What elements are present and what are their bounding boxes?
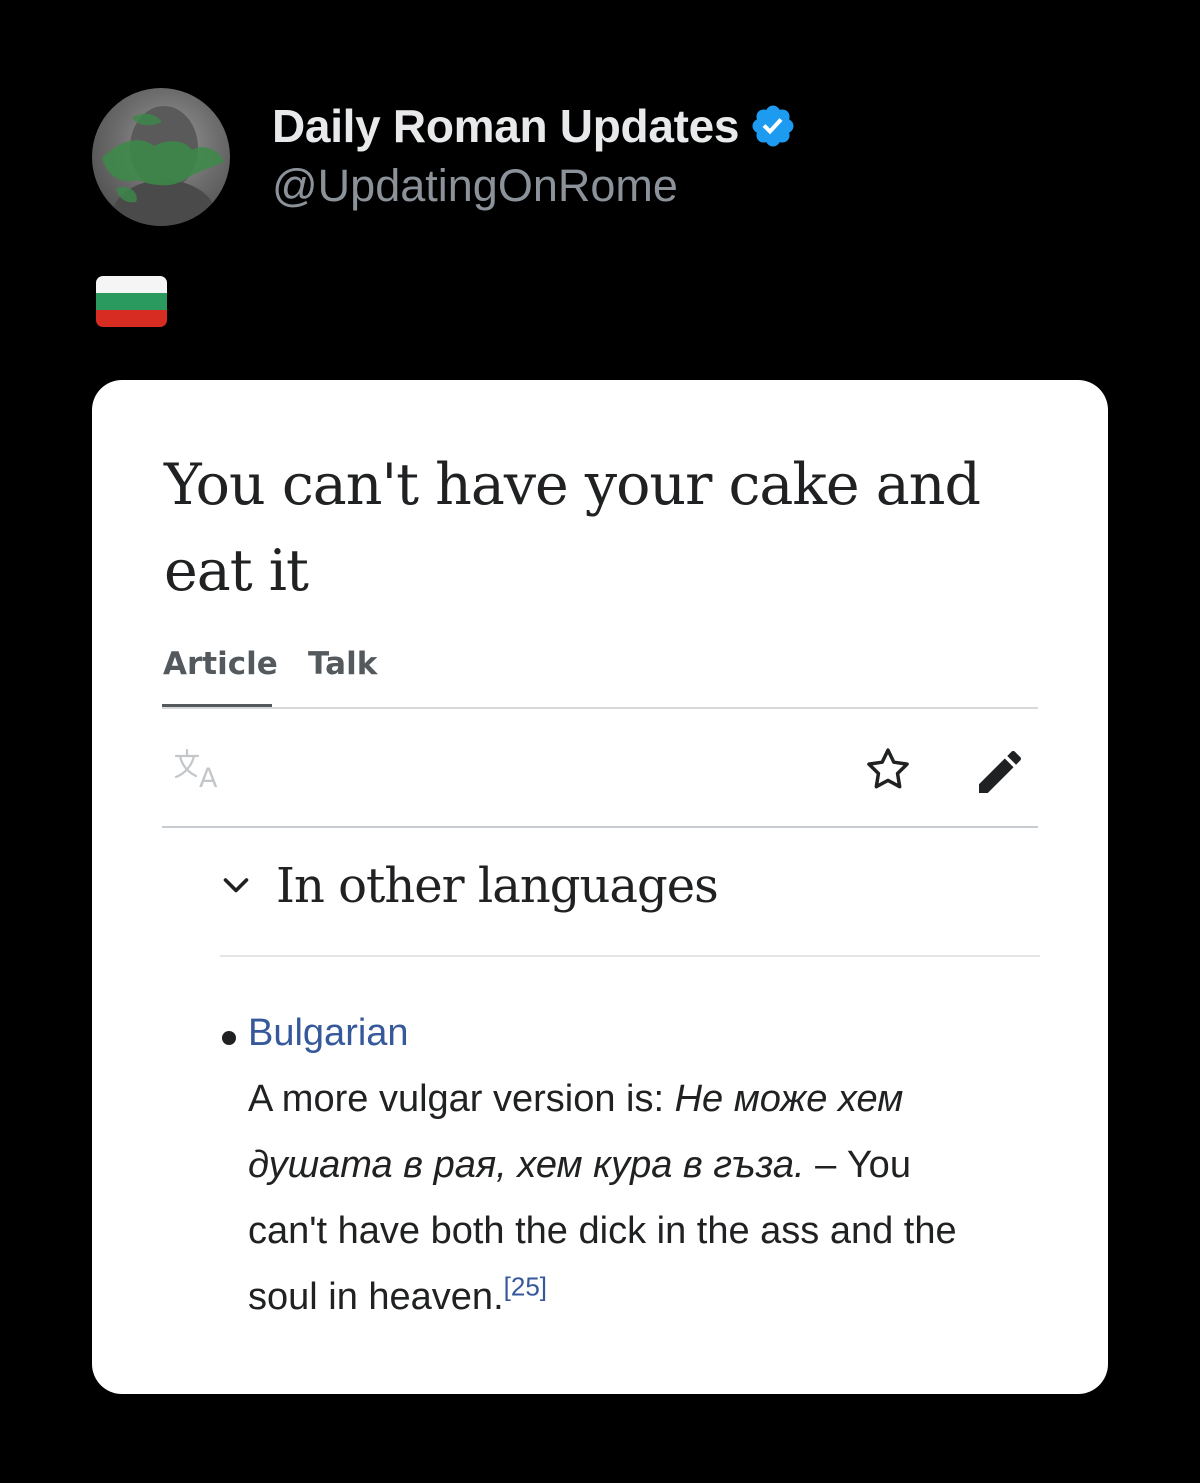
bulgaria-flag-emoji xyxy=(96,276,167,327)
section-divider xyxy=(220,955,1040,957)
section-title: In other languages xyxy=(276,858,719,914)
description-text: A more vulgar version is: xyxy=(248,1078,675,1120)
verified-badge-icon xyxy=(752,105,794,147)
section-header[interactable]: In other languages xyxy=(218,858,719,914)
bullet-icon xyxy=(222,1031,236,1045)
media-card[interactable]: You can't have your cake and eat it Arti… xyxy=(92,380,1108,1394)
toolbar-divider xyxy=(162,826,1038,828)
svg-text:A: A xyxy=(199,763,218,792)
edit-pencil-icon[interactable] xyxy=(972,744,1028,800)
watch-star-icon[interactable] xyxy=(862,744,914,796)
reference-link[interactable]: [25] xyxy=(504,1271,547,1301)
language-link[interactable]: Bulgarian xyxy=(248,1012,409,1055)
author-handle[interactable]: @UpdatingOnRome xyxy=(272,160,678,212)
language-description: A more vulgar version is: Не може хем ду… xyxy=(248,1066,968,1330)
tab-article[interactable]: Article xyxy=(163,646,278,682)
tabs-divider xyxy=(162,707,1038,709)
tab-talk[interactable]: Talk xyxy=(308,646,377,682)
language-translate-icon[interactable]: A xyxy=(172,746,228,792)
author-name-row[interactable]: Daily Roman Updates xyxy=(272,98,797,154)
display-name[interactable]: Daily Roman Updates xyxy=(272,99,740,153)
chevron-down-icon[interactable] xyxy=(218,868,254,904)
avatar[interactable] xyxy=(92,88,230,226)
wiki-page-title: You can't have your cake and eat it xyxy=(164,452,981,604)
